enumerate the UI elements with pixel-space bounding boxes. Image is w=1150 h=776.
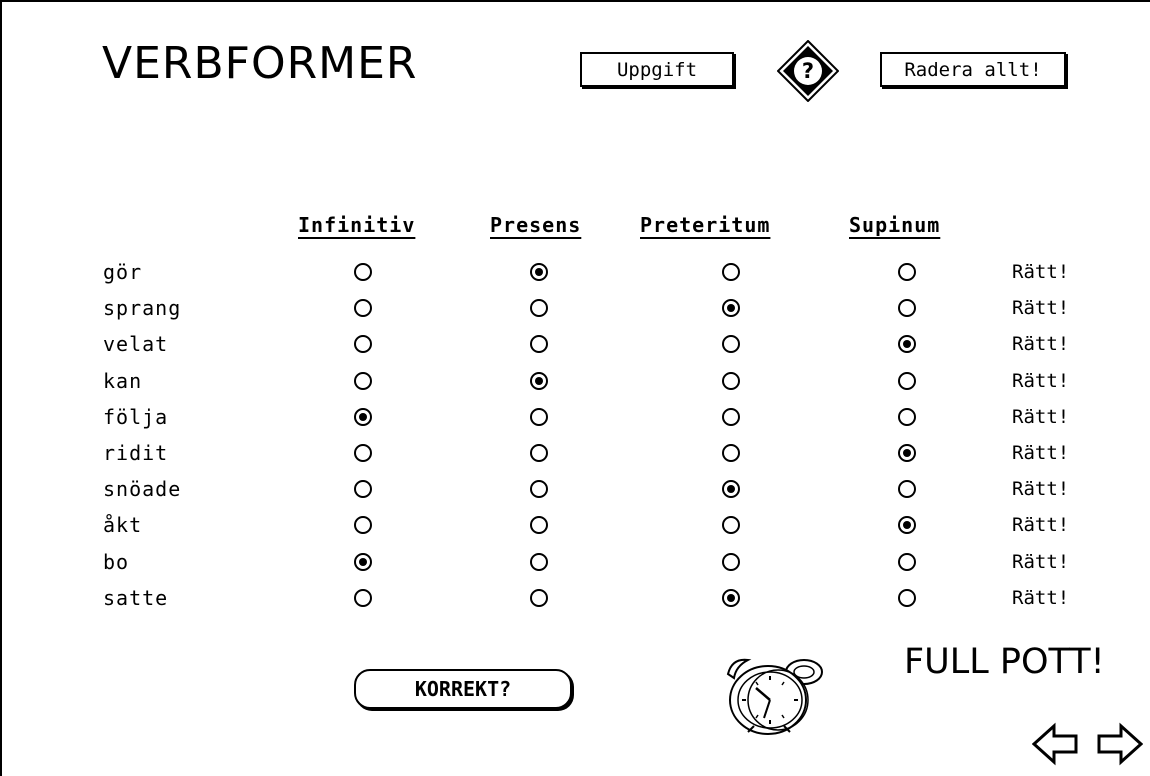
radio-preteritum[interactable] xyxy=(722,589,740,607)
radio-preteritum[interactable] xyxy=(722,335,740,353)
verb-word: bo xyxy=(103,550,130,574)
radio-infinitiv[interactable] xyxy=(354,444,372,462)
radio-presens[interactable] xyxy=(530,299,548,317)
radio-presens[interactable] xyxy=(530,516,548,534)
column-header-preteritum: Preteritum xyxy=(640,213,771,237)
radio-presens[interactable] xyxy=(530,444,548,462)
arrow-right-icon[interactable] xyxy=(1097,722,1143,766)
radio-preteritum[interactable] xyxy=(722,299,740,317)
radio-supinum[interactable] xyxy=(898,408,916,426)
radio-infinitiv[interactable] xyxy=(354,299,372,317)
radio-preteritum[interactable] xyxy=(722,444,740,462)
radio-presens[interactable] xyxy=(530,372,548,390)
result-message: FULL POTT! xyxy=(904,642,1105,682)
radio-presens[interactable] xyxy=(530,480,548,498)
page-title: VERBFORMER xyxy=(102,38,418,89)
radio-presens[interactable] xyxy=(530,589,548,607)
row-status: Rätt! xyxy=(1012,442,1070,464)
radio-supinum[interactable] xyxy=(898,444,916,462)
row-status: Rätt! xyxy=(1012,478,1070,500)
verb-word: sprang xyxy=(103,296,182,320)
verb-word: gör xyxy=(103,260,143,284)
radio-presens[interactable] xyxy=(530,335,548,353)
row-status: Rätt! xyxy=(1012,587,1070,609)
radio-supinum[interactable] xyxy=(898,299,916,317)
radio-supinum[interactable] xyxy=(898,372,916,390)
radio-infinitiv[interactable] xyxy=(354,589,372,607)
verb-word: ridit xyxy=(103,441,169,465)
radio-infinitiv[interactable] xyxy=(354,408,372,426)
radio-preteritum[interactable] xyxy=(722,553,740,571)
korrekt-button[interactable]: KORREKT? xyxy=(354,669,572,709)
radio-supinum[interactable] xyxy=(898,263,916,281)
svg-text:?: ? xyxy=(802,59,814,83)
verb-word: satte xyxy=(103,586,169,610)
verb-word: följa xyxy=(103,405,169,429)
row-status: Rätt! xyxy=(1012,333,1070,355)
radio-infinitiv[interactable] xyxy=(354,372,372,390)
arrow-left-icon[interactable] xyxy=(1032,722,1078,766)
uppgift-button[interactable]: Uppgift xyxy=(580,52,734,87)
alarm-clock-icon xyxy=(726,658,823,735)
radio-presens[interactable] xyxy=(530,263,548,281)
help-icon[interactable]: ? xyxy=(777,40,839,102)
radio-presens[interactable] xyxy=(530,553,548,571)
radio-supinum[interactable] xyxy=(898,553,916,571)
verb-word: kan xyxy=(103,369,143,393)
row-status: Rätt! xyxy=(1012,551,1070,573)
column-header-infinitiv: Infinitiv xyxy=(298,213,416,237)
verb-word: åkt xyxy=(103,513,143,537)
column-header-presens: Presens xyxy=(490,213,582,237)
radio-supinum[interactable] xyxy=(898,589,916,607)
row-status: Rätt! xyxy=(1012,297,1070,319)
radera-allt-button[interactable]: Radera allt! xyxy=(880,52,1066,87)
row-status: Rätt! xyxy=(1012,406,1070,428)
radio-preteritum[interactable] xyxy=(722,263,740,281)
verb-word: snöade xyxy=(103,477,182,501)
radio-infinitiv[interactable] xyxy=(354,516,372,534)
radio-infinitiv[interactable] xyxy=(354,263,372,281)
radio-preteritum[interactable] xyxy=(722,408,740,426)
radio-infinitiv[interactable] xyxy=(354,480,372,498)
radio-preteritum[interactable] xyxy=(722,480,740,498)
radio-supinum[interactable] xyxy=(898,480,916,498)
radio-infinitiv[interactable] xyxy=(354,335,372,353)
row-status: Rätt! xyxy=(1012,261,1070,283)
column-header-supinum: Supinum xyxy=(849,213,941,237)
radio-supinum[interactable] xyxy=(898,516,916,534)
row-status: Rätt! xyxy=(1012,370,1070,392)
radio-presens[interactable] xyxy=(530,408,548,426)
radio-preteritum[interactable] xyxy=(722,516,740,534)
verb-word: velat xyxy=(103,332,169,356)
row-status: Rätt! xyxy=(1012,514,1070,536)
radio-supinum[interactable] xyxy=(898,335,916,353)
radio-preteritum[interactable] xyxy=(722,372,740,390)
radio-infinitiv[interactable] xyxy=(354,553,372,571)
